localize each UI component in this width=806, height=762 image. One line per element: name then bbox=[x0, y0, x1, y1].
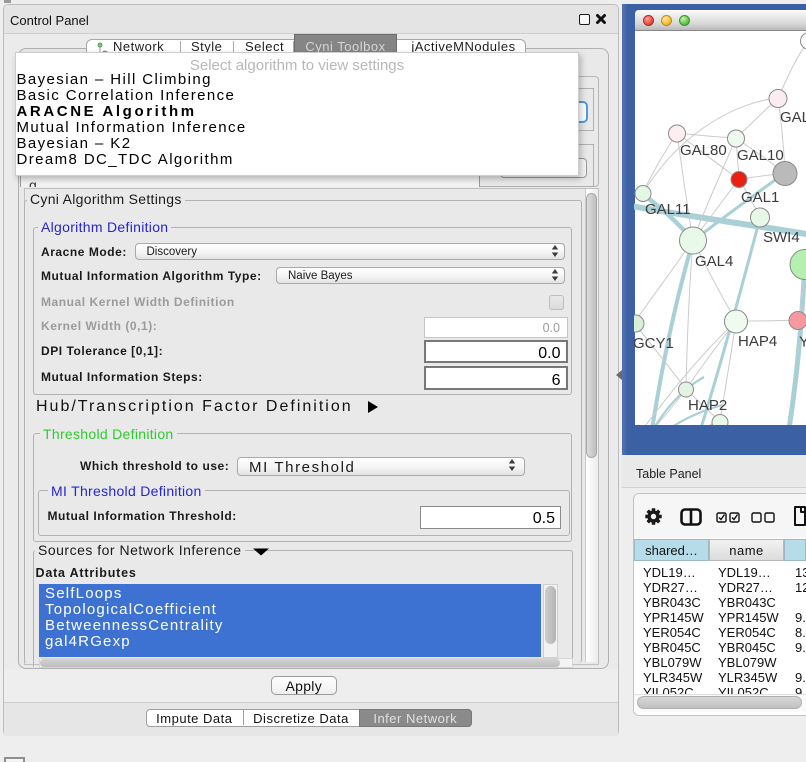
svg-text:GAL10: GAL10 bbox=[737, 147, 784, 164]
svg-text:GAL80: GAL80 bbox=[680, 142, 727, 159]
svg-text:HAP2: HAP2 bbox=[688, 397, 727, 414]
svg-text:GAL7: GAL7 bbox=[780, 109, 806, 126]
svg-text:GAL4: GAL4 bbox=[695, 253, 733, 270]
svg-text:GAL1: GAL1 bbox=[741, 189, 779, 206]
svg-text:GAL11: GAL11 bbox=[645, 201, 691, 218]
svg-text:GCY1: GCY1 bbox=[634, 335, 674, 352]
svg-text:HAP4: HAP4 bbox=[738, 333, 777, 350]
svg-text:SWI4: SWI4 bbox=[763, 229, 800, 246]
svg-text:Y: Y bbox=[799, 334, 806, 351]
